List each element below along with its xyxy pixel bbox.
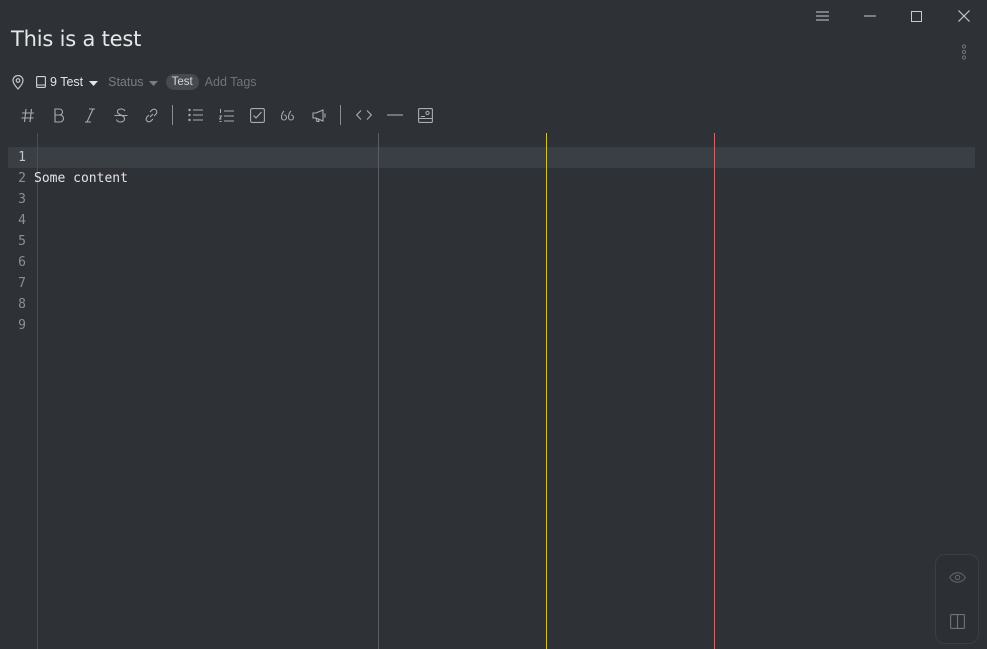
editor-lines: 1 2 Some content 3 4 5 6 7 8 9	[0, 147, 128, 336]
notebook-selector[interactable]: 9 Test	[36, 75, 99, 89]
more-options-icon[interactable]	[956, 42, 972, 62]
line-number: 7	[18, 276, 26, 291]
editor-line[interactable]: 7	[0, 273, 128, 294]
active-line-highlight	[8, 147, 975, 168]
formatting-toolbar	[12, 103, 441, 127]
chevron-down-icon	[148, 75, 158, 89]
editor-line[interactable]: 1	[0, 147, 128, 168]
line-number: 5	[18, 234, 26, 249]
markdown-editor[interactable]: 1 2 Some content 3 4 5 6 7 8 9	[0, 133, 987, 649]
editor-line[interactable]: 8	[0, 294, 128, 315]
quote-icon[interactable]	[273, 103, 304, 127]
heading-icon[interactable]	[12, 103, 43, 127]
bold-icon[interactable]	[43, 103, 74, 127]
status-selector[interactable]: Status	[108, 75, 158, 89]
line-number: 2	[18, 171, 26, 186]
column-ruler	[546, 133, 547, 649]
numbered-list-icon[interactable]	[211, 103, 242, 127]
line-text[interactable]: Some content	[34, 168, 128, 189]
line-number: 9	[18, 318, 26, 333]
split-view-icon[interactable]	[945, 609, 969, 633]
status-label: Status	[108, 75, 144, 89]
callout-icon[interactable]	[304, 103, 335, 127]
column-ruler	[714, 133, 715, 649]
window-controls	[799, 0, 987, 32]
line-number: 4	[18, 213, 26, 228]
app-window: This is a test 9 Test Status Test Add Ta…	[0, 0, 987, 649]
editor-line[interactable]: 5	[0, 231, 128, 252]
horizontal-rule-icon[interactable]	[379, 103, 410, 127]
preview-eye-icon[interactable]	[945, 565, 969, 589]
note-meta-row: 9 Test Status Test Add Tags	[12, 72, 257, 92]
note-title[interactable]: This is a test	[11, 27, 141, 51]
maximize-icon[interactable]	[893, 0, 940, 32]
add-tags-input[interactable]: Add Tags	[205, 75, 257, 89]
line-number: 3	[18, 192, 26, 207]
notebook-label: 9 Test	[50, 75, 84, 89]
tag-chip[interactable]: Test	[165, 74, 199, 90]
italic-icon[interactable]	[74, 103, 105, 127]
strikethrough-icon[interactable]	[105, 103, 136, 127]
editor-line[interactable]: 2 Some content	[0, 168, 128, 189]
line-number: 6	[18, 255, 26, 270]
editor-line[interactable]: 6	[0, 252, 128, 273]
chevron-down-icon	[89, 75, 99, 89]
minimize-icon[interactable]	[846, 0, 893, 32]
toolbar-divider	[340, 105, 341, 125]
notebook-icon	[36, 76, 46, 88]
image-icon[interactable]	[410, 103, 441, 127]
menu-icon[interactable]	[799, 0, 846, 32]
toolbar-divider	[172, 105, 173, 125]
column-ruler	[378, 133, 379, 649]
line-number: 8	[18, 297, 26, 312]
bullet-list-icon[interactable]	[180, 103, 211, 127]
view-mode-panel	[935, 554, 979, 644]
code-icon[interactable]	[348, 103, 379, 127]
link-icon[interactable]	[136, 103, 167, 127]
location-pin-icon[interactable]	[12, 74, 26, 90]
line-number: 1	[18, 150, 26, 165]
editor-line[interactable]: 3	[0, 189, 128, 210]
editor-line[interactable]: 9	[0, 315, 128, 336]
close-icon[interactable]	[940, 0, 987, 32]
checkbox-list-icon[interactable]	[242, 103, 273, 127]
editor-line[interactable]: 4	[0, 210, 128, 231]
